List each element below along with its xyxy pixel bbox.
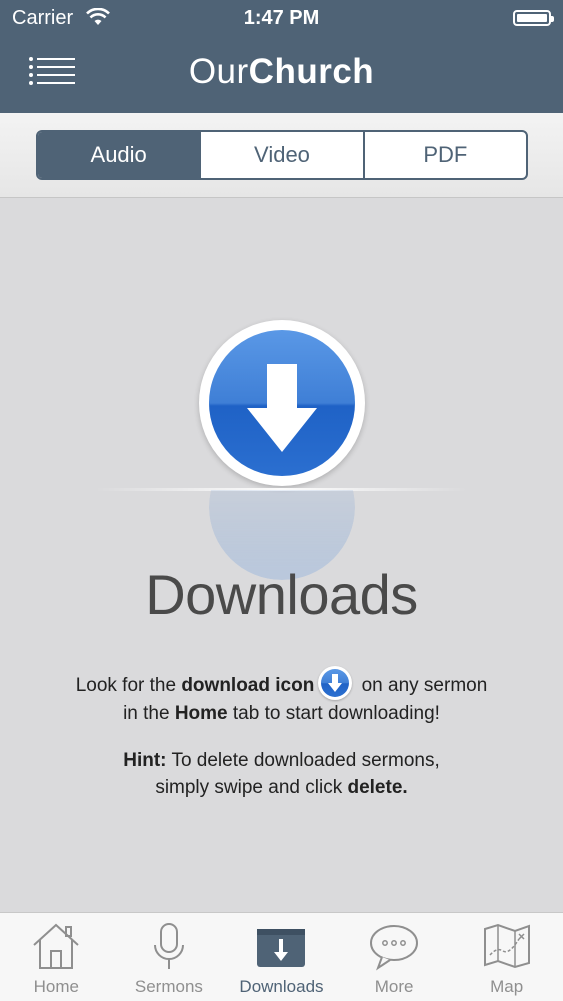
segment-audio[interactable]: Audio — [38, 132, 200, 178]
tab-more[interactable]: More — [338, 913, 451, 1001]
hint-line1: To delete downloaded sermons, — [166, 750, 440, 771]
segment-pdf[interactable]: PDF — [362, 132, 526, 178]
tab-downloads-label: Downloads — [239, 977, 324, 996]
tab-downloads[interactable]: Downloads — [225, 913, 338, 1001]
instructions-line1-bold: download icon — [181, 675, 315, 697]
media-type-segmented-control: Audio Video PDF — [36, 130, 528, 180]
instructions-text: Look for the download icon on any sermon… — [0, 666, 563, 727]
segment-video[interactable]: Video — [199, 132, 362, 178]
app-title-bold: Church — [248, 52, 375, 91]
page-title: Downloads — [145, 563, 418, 626]
downloads-empty-state: Downloads Look for the download icon on … — [0, 198, 563, 912]
tab-bar: Home Sermons Downloads More Map — [0, 912, 563, 1001]
segment-bar: Audio Video PDF — [0, 113, 563, 198]
hint-line2: simply swipe and click — [155, 777, 348, 798]
instructions-line2-bold: Home — [174, 703, 228, 724]
hint-delete: delete. — [347, 777, 408, 798]
clock: 1:47 PM — [243, 7, 320, 29]
app-header: Carrier 1:47 PM OurChurch — [0, 0, 563, 113]
tab-home-label: Home — [33, 977, 79, 996]
tab-map-label: Map — [490, 977, 524, 996]
battery-icon — [513, 10, 554, 26]
app-title: OurChurch — [0, 52, 563, 92]
house-icon — [30, 921, 82, 976]
hint-label: Hint: — [123, 750, 167, 771]
download-icon — [199, 320, 365, 486]
tab-home[interactable]: Home — [0, 913, 113, 1001]
instructions-line2-a: in the — [123, 703, 175, 724]
tab-map[interactable]: Map — [450, 913, 563, 1001]
download-box-icon — [255, 921, 307, 976]
instructions-line2-c: tab to start downloading! — [227, 703, 440, 724]
tab-sermons[interactable]: Sermons — [113, 913, 226, 1001]
instructions-line1-c: on any sermon — [356, 675, 488, 697]
tab-sermons-label: Sermons — [134, 977, 203, 996]
inline-download-icon — [318, 666, 353, 700]
map-icon — [481, 921, 533, 976]
microphone-icon — [149, 921, 189, 976]
speech-bubble-icon — [368, 921, 420, 976]
instructions-line1-a: Look for the — [75, 675, 182, 697]
status-bar: Carrier 1:47 PM — [0, 0, 563, 36]
app-title-light: Our — [188, 52, 249, 91]
hint-text: Hint: To delete downloaded sermons, simp… — [0, 747, 563, 801]
tab-more-label: More — [374, 977, 414, 996]
